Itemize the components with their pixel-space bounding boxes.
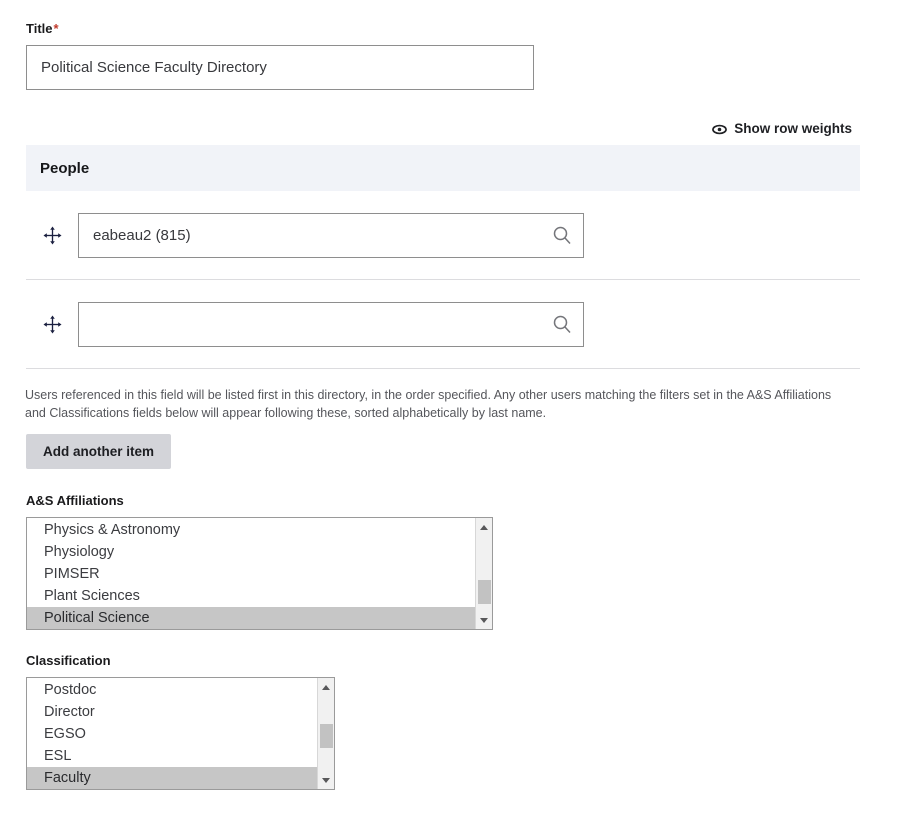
drag-handle-row-1[interactable] [26, 225, 78, 245]
classification-option[interactable]: Postdoc [27, 679, 317, 701]
title-input[interactable] [26, 45, 534, 90]
scroll-down-arrow-icon[interactable] [318, 772, 334, 788]
classification-option-selected[interactable]: Faculty [27, 767, 317, 789]
people-autocomplete-row-2 [78, 301, 584, 347]
move-cross-icon [42, 225, 62, 245]
affiliations-option[interactable]: PIMSER [27, 563, 475, 585]
classification-label: Classification [26, 653, 111, 668]
scrollbar-thumb[interactable] [478, 580, 491, 604]
people-input-row-2[interactable] [78, 301, 584, 347]
affiliations-option[interactable]: Physiology [27, 541, 475, 563]
classification-listbox[interactable]: Postdoc Director EGSO ESL Faculty [26, 677, 335, 790]
affiliations-label: A&S Affiliations [26, 493, 124, 508]
show-row-weights-link[interactable]: Show row weights [712, 121, 852, 136]
classification-scrollbar[interactable] [317, 678, 334, 789]
drag-handle-row-2[interactable] [26, 314, 78, 334]
show-row-weights-label: Show row weights [734, 121, 852, 136]
title-field: Title* [26, 20, 534, 90]
classification-field: Classification Postdoc Director EGSO ESL… [26, 652, 335, 790]
required-asterisk: * [53, 21, 59, 36]
affiliations-field: A&S Affiliations Physics & Astronomy Phy… [26, 492, 493, 630]
table-row [26, 280, 860, 369]
affiliations-scrollbar[interactable] [475, 518, 492, 629]
move-cross-icon [42, 314, 62, 334]
people-autocomplete-row-1 [78, 212, 584, 258]
people-field-description: Users referenced in this field will be l… [25, 388, 832, 420]
classification-option[interactable]: Director [27, 701, 317, 723]
people-input-row-1[interactable] [78, 212, 584, 258]
classification-option[interactable]: ESL [27, 745, 317, 767]
title-label-text: Title [26, 21, 53, 36]
scrollbar-thumb[interactable] [320, 724, 333, 748]
title-label: Title* [26, 20, 534, 38]
people-field-table: People [26, 145, 860, 369]
scroll-down-arrow-icon[interactable] [476, 612, 492, 628]
scroll-up-arrow-icon[interactable] [476, 519, 492, 535]
classification-option[interactable]: EGSO [27, 723, 317, 745]
affiliations-options: Physics & Astronomy Physiology PIMSER Pl… [27, 518, 475, 629]
people-table-header: People [26, 145, 860, 191]
people-column-header: People [40, 159, 90, 177]
add-another-item-button[interactable]: Add another item [26, 434, 172, 469]
affiliations-option[interactable]: Plant Sciences [27, 585, 475, 607]
scroll-up-arrow-icon[interactable] [318, 679, 334, 695]
affiliations-option-selected[interactable]: Political Science [27, 607, 475, 629]
classification-options: Postdoc Director EGSO ESL Faculty [27, 678, 317, 789]
table-row [26, 191, 860, 280]
affiliations-listbox[interactable]: Physics & Astronomy Physiology PIMSER Pl… [26, 517, 493, 630]
affiliations-option[interactable]: Physics & Astronomy [27, 519, 475, 541]
eye-icon [712, 123, 728, 135]
